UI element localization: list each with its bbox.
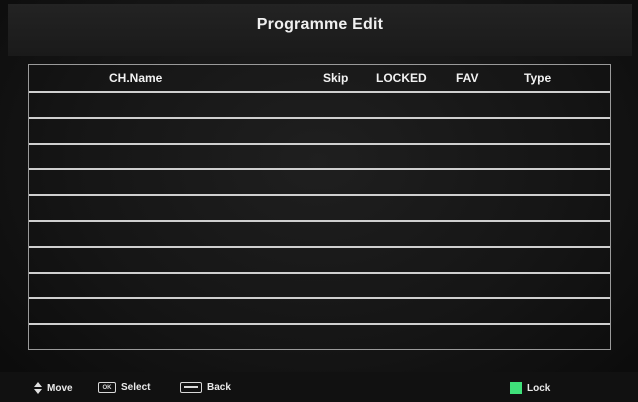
table-header: CH.Name Skip LOCKED FAV Type [29,65,610,93]
hint-move-label: Move [47,382,73,394]
hint-back: Back [180,382,231,393]
table-row[interactable] [29,271,610,297]
table-row[interactable] [29,194,610,219]
menu-key-icon [180,382,202,393]
table-row[interactable] [29,297,610,322]
hint-back-label: Back [207,382,231,393]
footer-hint-bar: Move OK Select Back Lock [0,372,638,402]
title-bar: Programme Edit [8,4,632,56]
table-row[interactable] [29,220,610,245]
table-row[interactable] [29,91,610,116]
page-title: Programme Edit [256,16,384,33]
channel-table: CH.Name Skip LOCKED FAV Type [28,64,611,350]
column-header-skip: Skip [323,71,349,85]
table-row[interactable] [29,323,610,348]
hint-select: OK Select [98,382,150,393]
ok-key-icon: OK [98,382,116,393]
hint-select-label: Select [121,382,151,393]
column-header-locked: LOCKED [376,71,427,85]
table-row[interactable] [29,116,610,142]
hint-lock-label: Lock [527,382,551,394]
column-header-type: Type [524,71,552,85]
table-row[interactable] [29,168,610,193]
tv-screen: Programme Edit CH.Name Skip LOCKED FAV T… [0,0,638,402]
column-header-fav: FAV [456,71,479,85]
table-row[interactable] [29,142,610,168]
up-down-arrows-icon [34,382,42,394]
column-header-ch-name: CH.Name [109,71,163,85]
hint-move: Move [34,382,73,394]
green-button-icon [510,382,522,394]
hint-lock: Lock [510,382,550,394]
table-row[interactable] [29,245,610,271]
